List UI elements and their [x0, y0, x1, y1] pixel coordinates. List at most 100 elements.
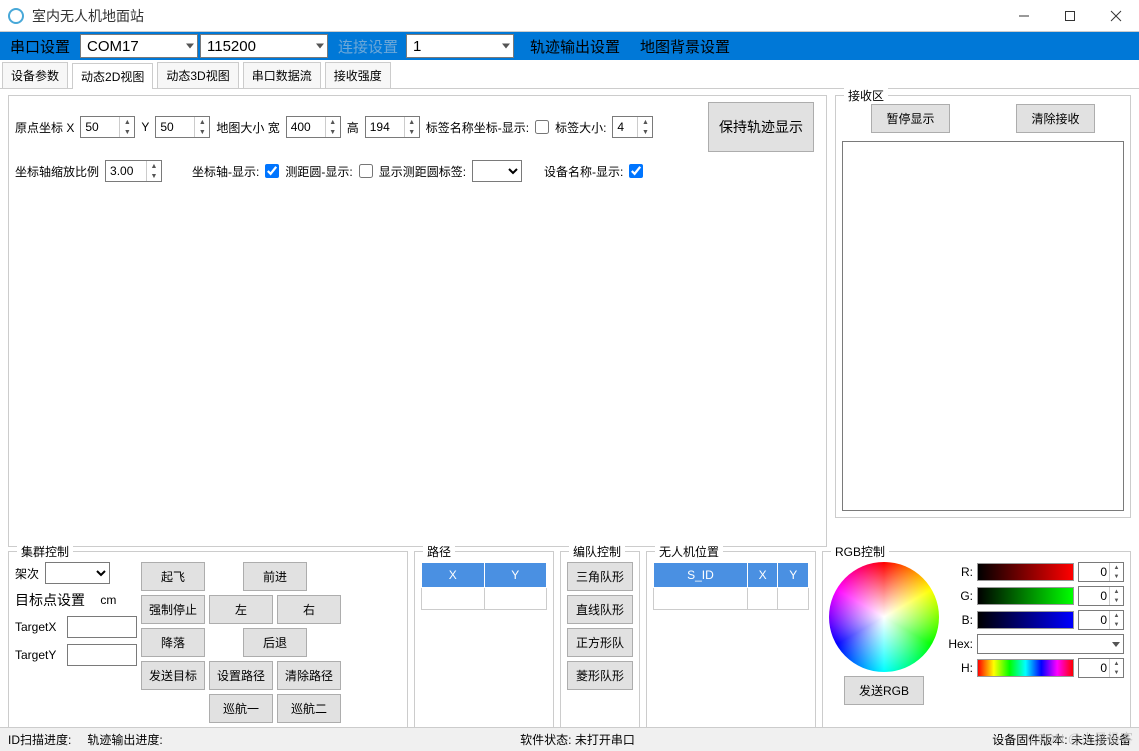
h-input[interactable]: ▲▼ — [1078, 658, 1124, 678]
origin-x-input[interactable]: ▲▼ — [80, 116, 135, 138]
rgb-group: RGB控制 发送RGB R:▲▼ G:▲▼ B:▲▼ Hex: H:▲▼ — [822, 551, 1131, 730]
origin-y-input[interactable]: ▲▼ — [155, 116, 210, 138]
track-output-settings[interactable]: 轨迹输出设置 — [520, 32, 630, 60]
tab-device-params[interactable]: 设备参数 — [2, 62, 68, 88]
targety-label: TargetY — [15, 648, 61, 662]
chevron-down-icon — [1112, 642, 1120, 647]
r-input[interactable]: ▲▼ — [1078, 562, 1124, 582]
pause-display-button[interactable]: 暂停显示 — [871, 104, 949, 133]
connection-select[interactable]: 1 — [406, 34, 514, 58]
path-legend: 路径 — [423, 543, 455, 560]
path-table[interactable]: XY — [421, 562, 547, 610]
close-button[interactable] — [1093, 0, 1139, 32]
triangle-formation-button[interactable]: 三角队形 — [567, 562, 633, 591]
h-slider[interactable] — [977, 659, 1074, 677]
watermark: CSDN @火星极客 — [1027, 728, 1133, 747]
com-port-select[interactable]: COM17 — [80, 34, 198, 58]
tab-bar: 设备参数 动态2D视图 动态3D视图 串口数据流 接收强度 — [0, 62, 1139, 89]
track-out-label: 轨迹输出进度: — [87, 731, 162, 748]
right-button[interactable]: 右 — [277, 595, 341, 624]
takeoff-button[interactable]: 起飞 — [141, 562, 205, 591]
b-input[interactable]: ▲▼ — [1078, 610, 1124, 630]
view-panel: 原点坐标 X ▲▼ Y ▲▼ 地图大小 宽 ▲▼ 高 ▲▼ 标签名称坐标-显示:… — [8, 95, 827, 547]
clear-rx-button[interactable]: 清除接收 — [1016, 104, 1094, 133]
tab-serial-stream[interactable]: 串口数据流 — [243, 62, 321, 88]
mapsize-h-label: 高 — [347, 119, 359, 136]
circle-tag-label: 显示测距圆标签: — [379, 163, 466, 180]
tag-coord-checkbox[interactable] — [535, 120, 549, 134]
tag-coord-label: 标签名称坐标-显示: — [426, 119, 529, 136]
origin-y-label: Y — [141, 120, 149, 134]
r-slider[interactable] — [977, 563, 1074, 581]
b-slider[interactable] — [977, 611, 1074, 629]
tag-size-input[interactable]: ▲▼ — [612, 116, 653, 138]
map-width-input[interactable]: ▲▼ — [286, 116, 341, 138]
path-group: 路径 XY — [414, 551, 554, 730]
baud-rate-select[interactable]: 115200 — [200, 34, 328, 58]
color-wheel[interactable] — [829, 562, 939, 672]
rx-textarea[interactable] — [842, 141, 1124, 511]
rgb-legend: RGB控制 — [831, 543, 889, 560]
forward-button[interactable]: 前进 — [243, 562, 307, 591]
land-button[interactable]: 降落 — [141, 628, 205, 657]
g-input[interactable]: ▲▼ — [1078, 586, 1124, 606]
rx-group: 接收区 暂停显示 清除接收 — [835, 95, 1131, 518]
diamond-formation-button[interactable]: 菱形队形 — [567, 661, 633, 690]
devname-show-checkbox[interactable] — [629, 164, 643, 178]
position-table[interactable]: S_IDXY — [653, 562, 809, 610]
frame-label: 架次 — [15, 565, 39, 582]
position-group: 无人机位置 S_IDXY — [646, 551, 816, 730]
sw-state: 未打开串口 — [575, 733, 635, 747]
send-rgb-button[interactable]: 发送RGB — [844, 676, 924, 705]
back-button[interactable]: 后退 — [243, 628, 307, 657]
frame-select[interactable] — [45, 562, 110, 584]
square-formation-button[interactable]: 正方形队 — [567, 628, 633, 657]
send-target-button[interactable]: 发送目标 — [141, 661, 205, 690]
formation-legend: 编队控制 — [569, 543, 625, 560]
tab-rx-strength[interactable]: 接收强度 — [325, 62, 391, 88]
line-formation-button[interactable]: 直线队形 — [567, 595, 633, 624]
cluster-control-group: 集群控制 架次 目标点设置 cm TargetX TargetY 起飞 强制停止… — [8, 551, 408, 730]
scale-input[interactable]: ▲▼ — [105, 160, 162, 182]
tab-3d-view[interactable]: 动态3D视图 — [157, 62, 238, 88]
connect-settings-label: 连接设置 — [330, 32, 406, 60]
formation-group: 编队控制 三角队形 直线队形 正方形队 菱形队形 — [560, 551, 640, 730]
circle-tag-select[interactable] — [472, 160, 522, 182]
hex-select[interactable] — [977, 634, 1124, 654]
minimize-button[interactable] — [1001, 0, 1047, 32]
rx-legend: 接收区 — [844, 87, 888, 104]
status-bar: ID扫描进度: 轨迹输出进度: 软件状态: 未打开串口 设备固件版本: 未连接设… — [0, 727, 1139, 751]
cruise2-button[interactable]: 巡航二 — [277, 694, 341, 723]
axis-show-label: 坐标轴-显示: — [192, 163, 259, 180]
map-height-input[interactable]: ▲▼ — [365, 116, 420, 138]
left-button[interactable]: 左 — [209, 595, 273, 624]
serial-settings-label[interactable]: 串口设置 — [0, 32, 80, 60]
targetx-label: TargetX — [15, 620, 61, 634]
clear-path-button[interactable]: 清除路径 — [277, 661, 341, 690]
circle-show-label: 测距圆-显示: — [285, 163, 352, 180]
map-background-settings[interactable]: 地图背景设置 — [630, 32, 740, 60]
targetx-input[interactable] — [67, 616, 137, 638]
origin-x-label: 原点坐标 X — [15, 119, 74, 136]
keep-track-button[interactable]: 保持轨迹显示 — [708, 102, 814, 152]
target-header: 目标点设置 — [15, 590, 85, 610]
app-icon — [8, 8, 24, 24]
window-title: 室内无人机地面站 — [32, 6, 1001, 26]
map-canvas[interactable] — [15, 190, 820, 540]
id-scan-label: ID扫描进度: — [8, 731, 71, 748]
g-slider[interactable] — [977, 587, 1074, 605]
titlebar: 室内无人机地面站 — [0, 0, 1139, 32]
set-path-button[interactable]: 设置路径 — [209, 661, 273, 690]
circle-show-checkbox[interactable] — [359, 164, 373, 178]
content-area: 原点坐标 X ▲▼ Y ▲▼ 地图大小 宽 ▲▼ 高 ▲▼ 标签名称坐标-显示:… — [0, 89, 1139, 736]
cluster-legend: 集群控制 — [17, 543, 73, 560]
mapsize-w-label: 地图大小 宽 — [216, 119, 279, 136]
axis-show-checkbox[interactable] — [265, 164, 279, 178]
targety-input[interactable] — [67, 644, 137, 666]
cruise1-button[interactable]: 巡航一 — [209, 694, 273, 723]
maximize-button[interactable] — [1047, 0, 1093, 32]
tab-2d-view[interactable]: 动态2D视图 — [72, 63, 153, 89]
chevron-down-icon — [502, 44, 510, 49]
chevron-down-icon — [186, 44, 194, 49]
estop-button[interactable]: 强制停止 — [141, 595, 205, 624]
